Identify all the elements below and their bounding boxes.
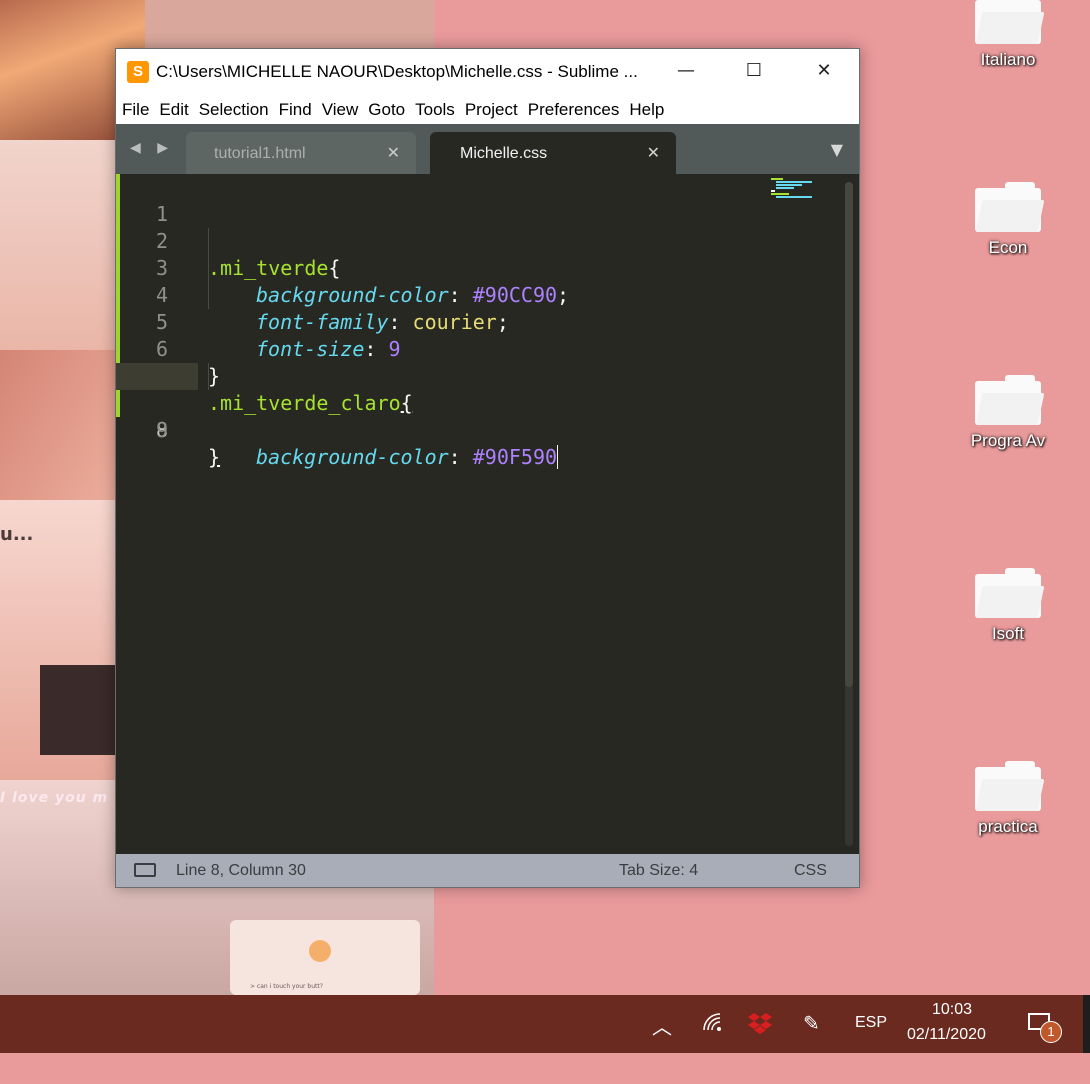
tab-michelle-css[interactable]: Michelle.css ✕: [430, 132, 676, 174]
wallpaper-text: > can i touch your butt?: [250, 983, 323, 990]
wallpaper-tile: [145, 0, 434, 48]
code-line-current: 8 background-color: #90F590: [116, 363, 844, 469]
window-title: C:\Users\MICHELLE NAOUR\Desktop\Michelle…: [156, 62, 638, 81]
panel-toggle-icon[interactable]: [134, 863, 156, 877]
clock-date[interactable]: 02/11/2020: [907, 1026, 986, 1084]
tab-label: tutorial1.html: [214, 145, 306, 162]
folder-icon: [975, 761, 1045, 811]
tab-dropdown-icon[interactable]: ▼: [831, 140, 843, 159]
code-editor[interactable]: 1 2 .mi_tverde{ 3 background-color: #90C…: [116, 174, 859, 854]
desktop-folder-label: Isoft: [991, 624, 1025, 643]
show-desktop-button[interactable]: [1083, 995, 1090, 1053]
action-center-notification-icon[interactable]: 1: [1028, 1011, 1062, 1043]
desktop-folder-econ[interactable]: Econ: [958, 182, 1058, 258]
cursor-position: Line 8, Column 30: [176, 862, 306, 879]
code-line: 5 font-size: 9: [116, 282, 844, 361]
css-property: background-color: [256, 445, 449, 469]
wallpaper-text: u...: [0, 524, 34, 545]
tab-tutorial1-html[interactable]: tutorial1.html ✕: [186, 132, 416, 174]
code-text: background-color: #90F590: [256, 444, 559, 471]
desktop-folder-practica[interactable]: practica: [958, 761, 1058, 837]
menu-view[interactable]: View: [322, 100, 367, 120]
code-line: 4 font-family: courier;: [116, 255, 844, 334]
syntax-setting[interactable]: CSS: [794, 862, 827, 880]
show-hidden-icons-chevron-up-icon[interactable]: ︿: [652, 1011, 672, 1069]
taskbar: ︿ ✎ ESP 10:03 02/11/2020 1: [0, 995, 1090, 1053]
tab-size-setting[interactable]: Tab Size: 4: [619, 862, 698, 880]
wallpaper-tile: [40, 665, 120, 755]
tab-close-icon[interactable]: ✕: [647, 143, 660, 163]
folder-icon: [975, 568, 1045, 618]
desktop-folder-italiano[interactable]: Italiano: [958, 0, 1058, 70]
desktop-folder-label: Progra Av: [970, 431, 1046, 450]
sublime-logo-icon: S: [127, 61, 149, 83]
maximize-button[interactable]: ☐: [719, 49, 789, 95]
scrollbar-thumb[interactable]: [845, 182, 853, 687]
line-number: 9: [155, 418, 168, 442]
code-line: 2 .mi_tverde{: [116, 201, 844, 280]
code-line: 9 }: [116, 390, 844, 469]
minimize-button[interactable]: —: [651, 49, 721, 95]
desktop-folder-label: Econ: [988, 238, 1028, 257]
brace: }: [208, 445, 221, 469]
menu-help[interactable]: Help: [629, 100, 672, 120]
menu-edit[interactable]: Edit: [159, 100, 196, 120]
menu-file[interactable]: File: [122, 100, 157, 120]
tab-bar: ◀ ▶ tutorial1.html ✕ Michelle.css ✕ ▼: [116, 124, 859, 174]
menu-bar: File Edit Selection Find View Goto Tools…: [116, 95, 859, 124]
text-cursor: [557, 445, 559, 469]
code-line: 6 }: [116, 309, 844, 388]
dropbox-icon[interactable]: [747, 1011, 772, 1035]
wallpaper-text: I love you m: [0, 790, 109, 806]
minimap[interactable]: [771, 178, 816, 202]
tab-navigation-arrows-icon[interactable]: ◀ ▶: [130, 140, 174, 156]
menu-goto[interactable]: Goto: [368, 100, 413, 120]
desktop-folder-isoft[interactable]: Isoft: [958, 568, 1058, 644]
desktop-folder-progra-av[interactable]: Progra Av: [958, 375, 1058, 451]
sublime-text-window[interactable]: S C:\Users\MICHELLE NAOUR\Desktop\Michel…: [115, 48, 860, 888]
close-button[interactable]: ✕: [789, 49, 859, 95]
desktop-folder-label: practica: [978, 817, 1038, 836]
peach-sticker: [309, 940, 331, 962]
title-bar[interactable]: S C:\Users\MICHELLE NAOUR\Desktop\Michel…: [116, 49, 859, 95]
folder-icon: [975, 182, 1045, 232]
current-line-highlight: [116, 363, 198, 390]
desktop-folder-label: Italiano: [980, 50, 1036, 69]
menu-project[interactable]: Project: [465, 100, 526, 120]
input-language[interactable]: ESP: [855, 1014, 887, 1072]
wifi-icon[interactable]: [702, 1012, 724, 1070]
code-text: }: [208, 444, 220, 471]
code-line: 1: [116, 174, 844, 226]
menu-preferences[interactable]: Preferences: [528, 100, 628, 120]
code-line: 7 .mi_tverde_claro{: [116, 336, 844, 415]
menu-tools[interactable]: Tools: [415, 100, 463, 120]
notification-badge: 1: [1040, 1021, 1062, 1043]
tab-label: Michelle.css: [460, 145, 548, 162]
status-bar: Line 8, Column 30 Tab Size: 4 CSS: [116, 854, 859, 887]
code-line: 3 background-color: #90CC90;: [116, 228, 844, 307]
menu-selection[interactable]: Selection: [199, 100, 277, 120]
folder-icon: [975, 375, 1045, 425]
folder-icon: [975, 0, 1045, 44]
menu-find[interactable]: Find: [279, 100, 320, 120]
css-value: #90F590: [472, 445, 558, 469]
pen-workspace-icon[interactable]: ✎: [803, 1011, 820, 1069]
colon: :: [448, 445, 473, 469]
tab-close-icon[interactable]: ✕: [387, 143, 400, 163]
